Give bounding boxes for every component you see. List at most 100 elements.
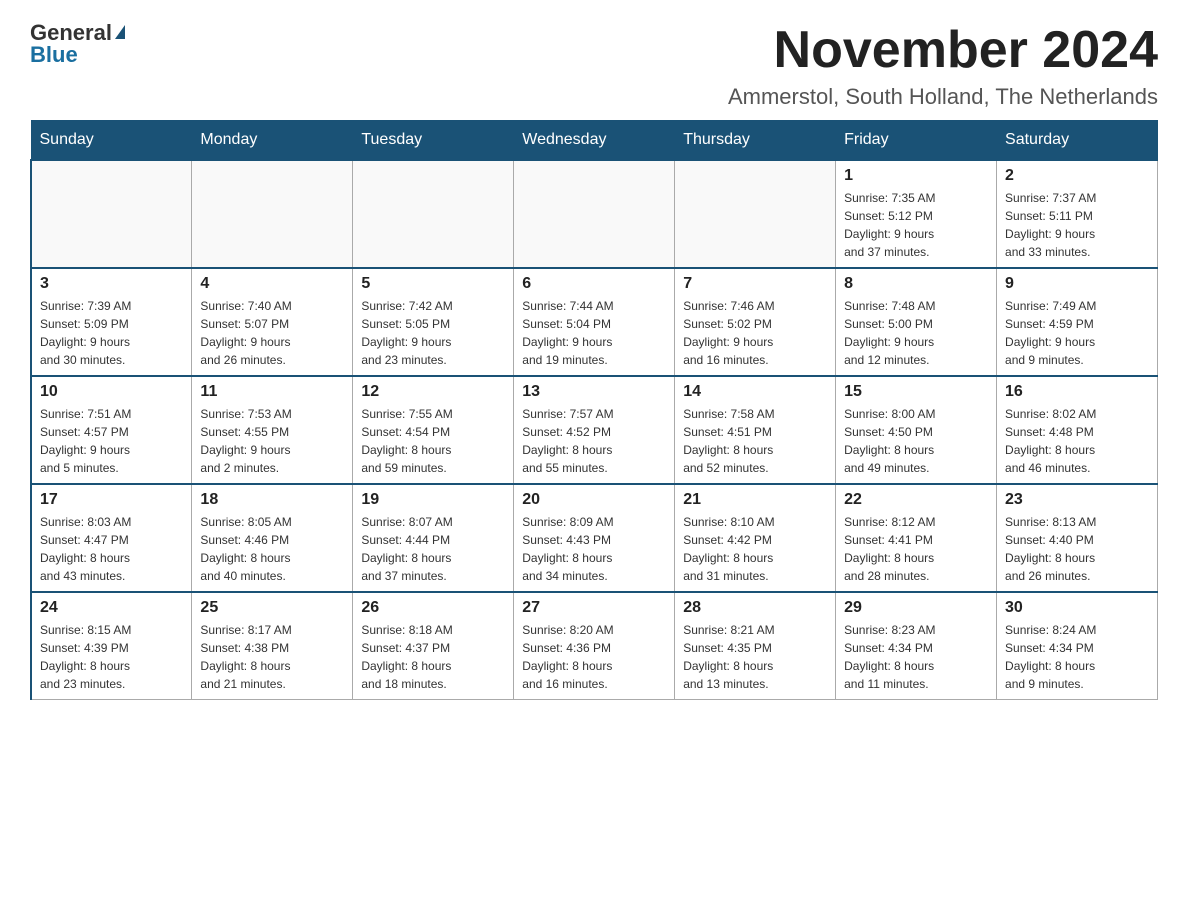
calendar-week-4: 17 Sunrise: 8:03 AMSunset: 4:47 PMDayligh… bbox=[31, 484, 1158, 592]
calendar-cell: 1 Sunrise: 7:35 AMSunset: 5:12 PMDaylight… bbox=[836, 160, 997, 268]
day-info: Sunrise: 7:44 AMSunset: 5:04 PMDaylight:… bbox=[522, 297, 666, 369]
day-info: Sunrise: 8:17 AMSunset: 4:38 PMDaylight:… bbox=[200, 621, 344, 693]
day-info: Sunrise: 7:57 AMSunset: 4:52 PMDaylight:… bbox=[522, 405, 666, 477]
calendar-cell: 30Sunrise: 8:24 AMSunset: 4:34 PMDayligh… bbox=[997, 592, 1158, 700]
calendar-cell bbox=[675, 160, 836, 268]
calendar-cell bbox=[31, 160, 192, 268]
calendar-cell: 10 Sunrise: 7:51 AMSunset: 4:57 PMDayligh… bbox=[31, 376, 192, 484]
day-info: Sunrise: 8:10 AMSunset: 4:42 PMDaylight:… bbox=[683, 513, 827, 585]
calendar-cell: 3 Sunrise: 7:39 AMSunset: 5:09 PMDaylight… bbox=[31, 268, 192, 376]
weekday-header-monday: Monday bbox=[192, 121, 353, 161]
day-info: Sunrise: 7:40 AMSunset: 5:07 PMDaylight:… bbox=[200, 297, 344, 369]
day-number: 10 bbox=[40, 383, 183, 401]
calendar-cell: 29 Sunrise: 8:23 AMSunset: 4:34 PMDayligh… bbox=[836, 592, 997, 700]
calendar-week-1: 1 Sunrise: 7:35 AMSunset: 5:12 PMDaylight… bbox=[31, 160, 1158, 268]
weekday-header-row: SundayMondayTuesdayWednesdayThursdayFrid… bbox=[31, 121, 1158, 161]
calendar-cell: 5Sunrise: 7:42 AMSunset: 5:05 PMDaylight… bbox=[353, 268, 514, 376]
day-number: 23 bbox=[1005, 491, 1149, 509]
day-number: 9 bbox=[1005, 275, 1149, 293]
day-info: Sunrise: 7:51 AMSunset: 4:57 PMDaylight:… bbox=[40, 405, 183, 477]
day-number: 18 bbox=[200, 491, 344, 509]
calendar-cell bbox=[514, 160, 675, 268]
calendar-cell: 18Sunrise: 8:05 AMSunset: 4:46 PMDayligh… bbox=[192, 484, 353, 592]
calendar-cell: 24 Sunrise: 8:15 AMSunset: 4:39 PMDayligh… bbox=[31, 592, 192, 700]
day-number: 6 bbox=[522, 275, 666, 293]
day-info: Sunrise: 7:42 AMSunset: 5:05 PMDaylight:… bbox=[361, 297, 505, 369]
day-info: Sunrise: 7:49 AMSunset: 4:59 PMDaylight:… bbox=[1005, 297, 1149, 369]
day-number: 8 bbox=[844, 275, 988, 293]
calendar-cell: 27 Sunrise: 8:20 AMSunset: 4:36 PMDayligh… bbox=[514, 592, 675, 700]
day-info: Sunrise: 7:55 AMSunset: 4:54 PMDaylight:… bbox=[361, 405, 505, 477]
calendar-cell: 17 Sunrise: 8:03 AMSunset: 4:47 PMDayligh… bbox=[31, 484, 192, 592]
day-number: 4 bbox=[200, 275, 344, 293]
day-info: Sunrise: 8:13 AMSunset: 4:40 PMDaylight:… bbox=[1005, 513, 1149, 585]
day-number: 19 bbox=[361, 491, 505, 509]
calendar-cell: 28 Sunrise: 8:21 AMSunset: 4:35 PMDayligh… bbox=[675, 592, 836, 700]
weekday-header-saturday: Saturday bbox=[997, 121, 1158, 161]
day-number: 13 bbox=[522, 383, 666, 401]
logo: General Blue bbox=[30, 20, 125, 68]
calendar-cell: 26Sunrise: 8:18 AMSunset: 4:37 PMDayligh… bbox=[353, 592, 514, 700]
logo-triangle-icon bbox=[115, 25, 125, 39]
calendar-cell: 15Sunrise: 8:00 AMSunset: 4:50 PMDayligh… bbox=[836, 376, 997, 484]
day-info: Sunrise: 7:39 AMSunset: 5:09 PMDaylight:… bbox=[40, 297, 183, 369]
day-number: 17 bbox=[40, 491, 183, 509]
weekday-header-sunday: Sunday bbox=[31, 121, 192, 161]
calendar-cell: 12 Sunrise: 7:55 AMSunset: 4:54 PMDayligh… bbox=[353, 376, 514, 484]
day-info: Sunrise: 8:21 AMSunset: 4:35 PMDaylight:… bbox=[683, 621, 827, 693]
day-number: 28 bbox=[683, 599, 827, 617]
calendar-cell bbox=[192, 160, 353, 268]
day-number: 25 bbox=[200, 599, 344, 617]
title-area: November 2024 Ammerstol, South Holland, … bbox=[728, 20, 1158, 110]
calendar-cell: 8 Sunrise: 7:48 AMSunset: 5:00 PMDaylight… bbox=[836, 268, 997, 376]
day-info: Sunrise: 8:12 AMSunset: 4:41 PMDaylight:… bbox=[844, 513, 988, 585]
day-number: 2 bbox=[1005, 167, 1149, 185]
day-number: 14 bbox=[683, 383, 827, 401]
calendar-table: SundayMondayTuesdayWednesdayThursdayFrid… bbox=[30, 120, 1158, 700]
day-number: 12 bbox=[361, 383, 505, 401]
day-info: Sunrise: 8:00 AMSunset: 4:50 PMDaylight:… bbox=[844, 405, 988, 477]
day-info: Sunrise: 8:03 AMSunset: 4:47 PMDaylight:… bbox=[40, 513, 183, 585]
calendar-week-5: 24 Sunrise: 8:15 AMSunset: 4:39 PMDayligh… bbox=[31, 592, 1158, 700]
day-info: Sunrise: 8:02 AMSunset: 4:48 PMDaylight:… bbox=[1005, 405, 1149, 477]
calendar-cell: 13 Sunrise: 7:57 AMSunset: 4:52 PMDayligh… bbox=[514, 376, 675, 484]
day-info: Sunrise: 7:48 AMSunset: 5:00 PMDaylight:… bbox=[844, 297, 988, 369]
day-number: 22 bbox=[844, 491, 988, 509]
calendar-cell: 4 Sunrise: 7:40 AMSunset: 5:07 PMDaylight… bbox=[192, 268, 353, 376]
day-number: 27 bbox=[522, 599, 666, 617]
day-info: Sunrise: 7:37 AMSunset: 5:11 PMDaylight:… bbox=[1005, 189, 1149, 261]
day-number: 16 bbox=[1005, 383, 1149, 401]
day-info: Sunrise: 8:09 AMSunset: 4:43 PMDaylight:… bbox=[522, 513, 666, 585]
calendar-cell: 11Sunrise: 7:53 AMSunset: 4:55 PMDayligh… bbox=[192, 376, 353, 484]
calendar-cell: 9 Sunrise: 7:49 AMSunset: 4:59 PMDaylight… bbox=[997, 268, 1158, 376]
day-info: Sunrise: 8:23 AMSunset: 4:34 PMDaylight:… bbox=[844, 621, 988, 693]
day-number: 21 bbox=[683, 491, 827, 509]
day-number: 29 bbox=[844, 599, 988, 617]
location-subtitle: Ammerstol, South Holland, The Netherland… bbox=[728, 84, 1158, 110]
day-number: 1 bbox=[844, 167, 988, 185]
day-info: Sunrise: 8:15 AMSunset: 4:39 PMDaylight:… bbox=[40, 621, 183, 693]
calendar-cell: 20Sunrise: 8:09 AMSunset: 4:43 PMDayligh… bbox=[514, 484, 675, 592]
calendar-cell: 14 Sunrise: 7:58 AMSunset: 4:51 PMDayligh… bbox=[675, 376, 836, 484]
weekday-header-tuesday: Tuesday bbox=[353, 121, 514, 161]
month-title: November 2024 bbox=[728, 20, 1158, 80]
calendar-cell: 6 Sunrise: 7:44 AMSunset: 5:04 PMDaylight… bbox=[514, 268, 675, 376]
page-header: General Blue November 2024 Ammerstol, So… bbox=[30, 20, 1158, 110]
calendar-cell: 19Sunrise: 8:07 AMSunset: 4:44 PMDayligh… bbox=[353, 484, 514, 592]
day-info: Sunrise: 8:24 AMSunset: 4:34 PMDaylight:… bbox=[1005, 621, 1149, 693]
calendar-cell: 21 Sunrise: 8:10 AMSunset: 4:42 PMDayligh… bbox=[675, 484, 836, 592]
calendar-cell: 22 Sunrise: 8:12 AMSunset: 4:41 PMDayligh… bbox=[836, 484, 997, 592]
day-info: Sunrise: 8:18 AMSunset: 4:37 PMDaylight:… bbox=[361, 621, 505, 693]
day-number: 3 bbox=[40, 275, 183, 293]
day-number: 7 bbox=[683, 275, 827, 293]
calendar-cell: 2 Sunrise: 7:37 AMSunset: 5:11 PMDaylight… bbox=[997, 160, 1158, 268]
calendar-week-3: 10 Sunrise: 7:51 AMSunset: 4:57 PMDayligh… bbox=[31, 376, 1158, 484]
day-info: Sunrise: 7:35 AMSunset: 5:12 PMDaylight:… bbox=[844, 189, 988, 261]
calendar-cell: 23 Sunrise: 8:13 AMSunset: 4:40 PMDayligh… bbox=[997, 484, 1158, 592]
day-info: Sunrise: 7:58 AMSunset: 4:51 PMDaylight:… bbox=[683, 405, 827, 477]
day-info: Sunrise: 8:20 AMSunset: 4:36 PMDaylight:… bbox=[522, 621, 666, 693]
logo-blue-text: Blue bbox=[30, 42, 78, 68]
calendar-cell: 16 Sunrise: 8:02 AMSunset: 4:48 PMDayligh… bbox=[997, 376, 1158, 484]
day-number: 24 bbox=[40, 599, 183, 617]
calendar-week-2: 3 Sunrise: 7:39 AMSunset: 5:09 PMDaylight… bbox=[31, 268, 1158, 376]
